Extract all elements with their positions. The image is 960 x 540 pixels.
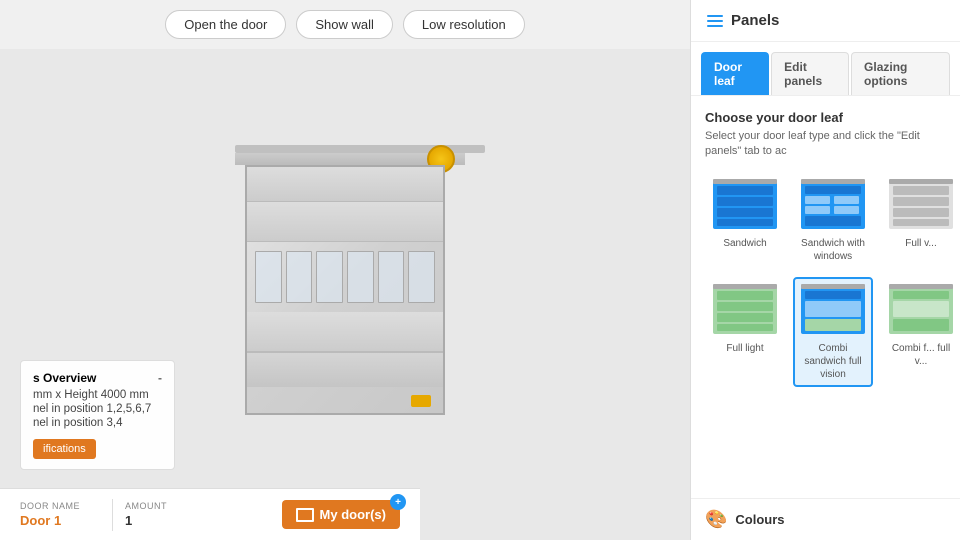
door-track-top (235, 153, 465, 165)
hamburger-line-3 (707, 25, 723, 27)
colours-section: 🎨 Colours (691, 498, 960, 540)
door-option-combi-sandwich[interactable]: Combi sandwich full vision (793, 277, 873, 387)
door-option-full-vision[interactable]: Full v... (881, 172, 960, 269)
door-option-label-combi-sandwich: Combi sandwich full vision (799, 342, 867, 381)
door-logo (411, 395, 431, 407)
colours-title: Colours (735, 512, 784, 527)
panel-content: Choose your door leaf Select your door l… (691, 96, 960, 498)
show-wall-button[interactable]: Show wall (296, 10, 393, 39)
open-door-button[interactable]: Open the door (165, 10, 286, 39)
separator-1 (112, 499, 113, 531)
my-doors-button[interactable]: My door(s) + (282, 500, 400, 529)
door-panel-1 (247, 167, 443, 202)
amount-group: AMOUNT 1 (125, 501, 167, 528)
door-options-grid: Sandwich (705, 172, 946, 387)
door-windows-row (247, 242, 443, 312)
door-option-sandwich-windows[interactable]: Sandwich with windows (793, 172, 873, 269)
info-details-button[interactable]: ifications (33, 439, 96, 459)
panel-header: Panels (691, 0, 960, 42)
door-option-img-sandwich (711, 178, 779, 233)
door-option-img-full-light (711, 283, 779, 338)
tab-glazing-options[interactable]: Glazing options (851, 52, 950, 95)
hamburger-line-2 (707, 20, 723, 22)
viewport: s Overview - mm x Height 4000 mm nel in … (0, 0, 690, 540)
door-option-img-full-vision (887, 178, 955, 233)
door-panel-2 (247, 202, 443, 242)
info-title: s Overview - (33, 371, 162, 385)
door-name-label: DOOR NAME (20, 501, 100, 511)
door-option-img-combi-full (887, 283, 955, 338)
section-subtitle: Select your door leaf type and click the… (705, 129, 946, 160)
door-window-2 (286, 251, 313, 303)
tab-bar: Door leaf Edit panels Glazing options (691, 42, 960, 96)
door-option-combi-full[interactable]: Combi f... full v... (881, 277, 960, 387)
door-option-label-full-vision: Full v... (905, 237, 936, 250)
door-bottom-panel (247, 352, 443, 387)
info-line-2: nel in position 1,2,5,6,7 (33, 403, 162, 415)
door-window-1 (255, 251, 282, 303)
door-option-full-light[interactable]: Full light (705, 277, 785, 387)
section-title: Choose your door leaf (705, 110, 946, 125)
info-collapse-button[interactable]: - (158, 371, 162, 385)
amount-value: 1 (125, 513, 167, 528)
my-doors-badge: + (390, 494, 406, 510)
info-line-3: nel in position 3,4 (33, 417, 162, 429)
tab-edit-panels[interactable]: Edit panels (771, 52, 849, 95)
door-window-3 (316, 251, 343, 303)
top-toolbar: Open the door Show wall Low resolution (0, 0, 690, 49)
door-window-4 (347, 251, 374, 303)
info-line-1: mm x Height 4000 mm (33, 389, 162, 401)
panel-title: Panels (731, 12, 779, 29)
door-window-6 (408, 251, 435, 303)
door-option-img-sandwich-windows (799, 178, 867, 233)
main-layout: s Overview - mm x Height 4000 mm nel in … (0, 0, 960, 540)
door-body (245, 165, 445, 415)
low-resolution-button[interactable]: Low resolution (403, 10, 525, 39)
door-option-label-combi-full: Combi f... full v... (887, 342, 955, 368)
door-option-label-sandwich: Sandwich (723, 237, 766, 250)
my-doors-icon (296, 508, 314, 522)
door-illustration (235, 145, 455, 425)
tab-door-leaf[interactable]: Door leaf (701, 52, 769, 95)
door-option-label-full-light: Full light (726, 342, 763, 355)
door-option-sandwich[interactable]: Sandwich (705, 172, 785, 269)
door-name-group: DOOR NAME (20, 501, 100, 528)
my-doors-label: My door(s) (320, 507, 386, 522)
door-option-img-combi-sandwich (799, 283, 867, 338)
bottom-bar: DOOR NAME AMOUNT 1 My door(s) + (0, 488, 420, 540)
right-panel: Panels Door leaf Edit panels Glazing opt… (690, 0, 960, 540)
door-panel-3 (247, 312, 443, 352)
info-overlay: s Overview - mm x Height 4000 mm nel in … (20, 360, 175, 470)
door-option-label-sandwich-windows: Sandwich with windows (799, 237, 867, 263)
door-window-5 (378, 251, 405, 303)
hamburger-icon[interactable] (707, 15, 723, 27)
colours-icon: 🎨 (705, 509, 727, 530)
amount-label: AMOUNT (125, 501, 167, 511)
hamburger-line-1 (707, 15, 723, 17)
door-name-input[interactable] (20, 513, 100, 528)
